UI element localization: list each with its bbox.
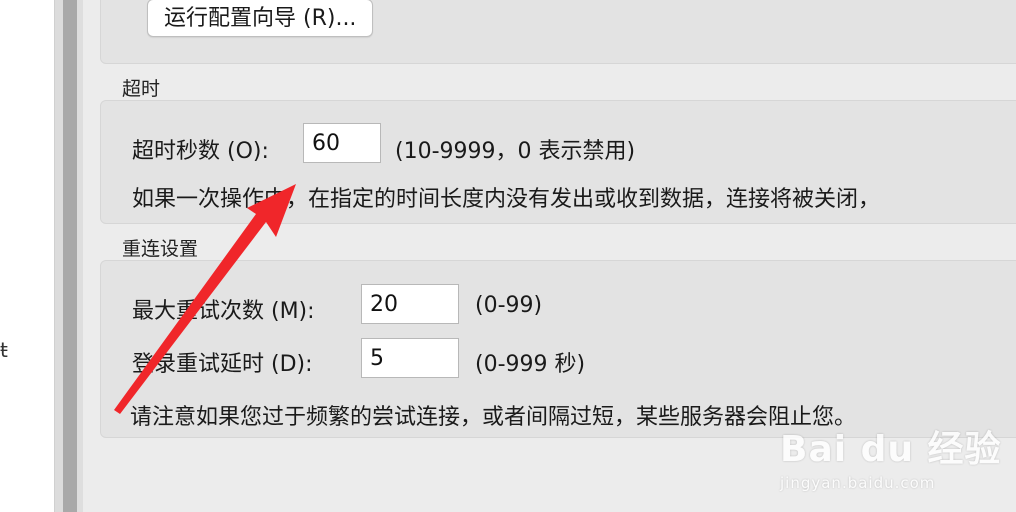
run-config-wizard-button[interactable]: 运行配置向导 (R)... — [147, 0, 374, 37]
baidu-watermark: Bai du 经验 jingyan.baidu.com — [780, 420, 1002, 492]
timeout-range-hint: (10-9999，0 表示禁用) — [395, 139, 636, 164]
timeout-seconds-input[interactable]: 60 — [303, 123, 381, 163]
reconnect-section-title: 重连设置 — [122, 238, 199, 260]
max-retries-label: 最大重试次数 (M): — [132, 299, 315, 324]
login-retry-delay-label: 登录重试延时 (D): — [132, 352, 313, 377]
timeout-seconds-label: 超时秒数 (O): — [132, 139, 269, 164]
timeout-description: 如果一次操作中，在指定的时间长度内没有发出或收到数据，连接将被关闭， — [132, 187, 881, 212]
baidu-url-text: jingyan.baidu.com — [780, 474, 936, 492]
login-retry-delay-range-hint: (0-999 秒) — [475, 352, 586, 377]
timeout-section-title: 超时 — [122, 78, 161, 100]
login-retry-delay-input[interactable]: 5 — [361, 338, 459, 378]
pane-splitter[interactable] — [63, 0, 77, 512]
max-retries-input[interactable]: 20 — [361, 284, 459, 324]
pane-divider — [55, 0, 63, 512]
reconnect-warning-note: 请注意如果您过于频繁的尝试连接，或者间隔过短，某些服务器会阻止您。 — [130, 405, 857, 430]
left-navigation-pane: ŧ — [0, 0, 55, 512]
wizard-group: 运行配置向导 (R)... — [100, 0, 1016, 64]
max-retries-range-hint: (0-99) — [475, 293, 543, 318]
baidu-logo-text: Bai du 经验 — [780, 429, 1002, 470]
reconnect-group: 最大重试次数 (M): 20 (0-99) 登录重试延时 (D): 5 (0-9… — [100, 260, 1016, 438]
left-pane-truncated-text: ŧ — [0, 338, 8, 362]
timeout-group: 超时秒数 (O): 60 (10-9999，0 表示禁用) 如果一次操作中，在指… — [100, 100, 1016, 224]
